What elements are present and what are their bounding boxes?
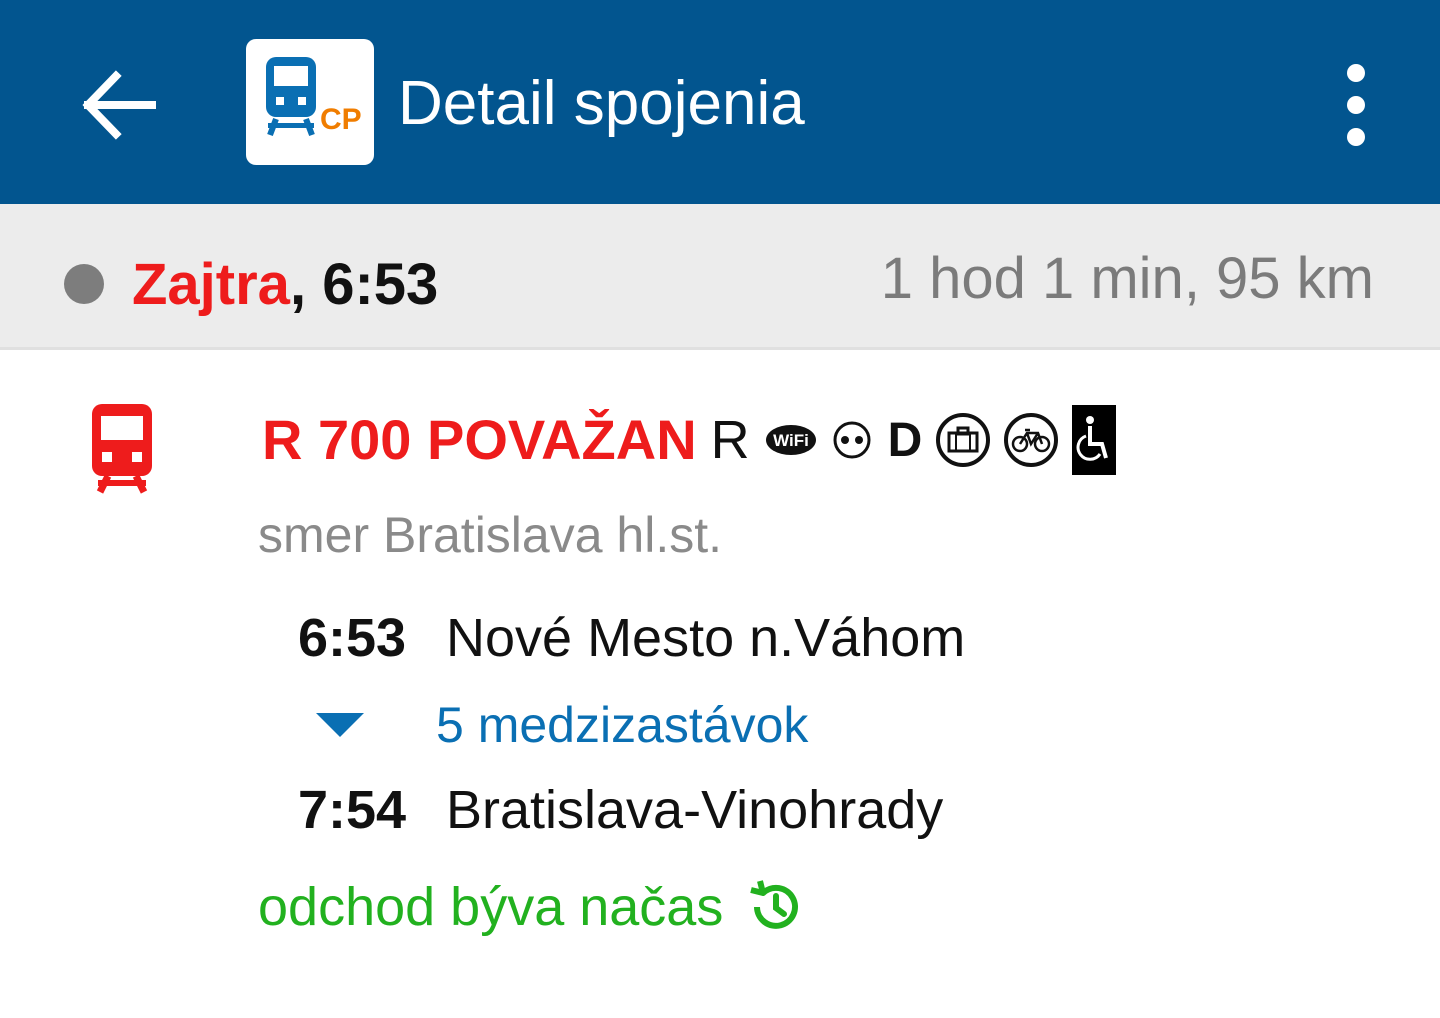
svg-text:CP: CP	[320, 103, 362, 136]
status-dot	[64, 264, 104, 304]
intermediate-stops-toggle[interactable]: 5 medzizastávok	[300, 692, 860, 758]
wheelchair-icon	[1072, 405, 1117, 475]
menu-dot	[1347, 96, 1365, 114]
departure-stop-time: 6:53	[298, 608, 407, 668]
arrow-left-icon	[82, 70, 156, 140]
train-direction: smer Bratislava hl.st.	[258, 507, 723, 563]
departure-time: 6:53	[322, 252, 439, 317]
train-header: R 700 POVAŽAN R WiFi D	[262, 404, 1117, 476]
arrival-stop-time: 7:54	[298, 780, 407, 840]
wifi-icon: WiFi	[764, 423, 818, 457]
back-button[interactable]	[70, 60, 166, 150]
train-logo-icon: CP	[266, 57, 362, 137]
chevron-down-icon	[316, 713, 364, 737]
svg-text:WiFi: WiFi	[773, 431, 809, 450]
seat-reservation-icon	[832, 420, 872, 460]
train-icon	[92, 404, 152, 494]
punctuality-text: odchod býva načas	[258, 877, 724, 937]
app-bar: CP Detail spojenia	[0, 0, 1440, 204]
more-options-button[interactable]	[1320, 60, 1392, 150]
history-icon	[750, 880, 799, 929]
summary-separator: ,	[289, 252, 323, 317]
bicycle-icon	[1004, 413, 1059, 467]
departure-summary: Zajtra, 6:53	[132, 252, 438, 318]
train-category: R	[710, 410, 750, 470]
punctuality-info[interactable]: odchod býva načas	[258, 874, 807, 940]
departure-day: Zajtra	[132, 252, 290, 317]
intermediate-stops-label: 5 medzizastávok	[436, 697, 809, 753]
menu-dot	[1347, 128, 1365, 146]
menu-dot	[1347, 64, 1365, 82]
duration-distance: 1 hod 1 min, 95 km	[880, 246, 1374, 311]
page-title: Detail spojenia	[398, 69, 805, 138]
app-logo: CP	[246, 39, 374, 165]
train-name[interactable]: R 700 POVAŽAN	[262, 407, 697, 473]
dining-car-icon: D	[887, 413, 923, 467]
luggage-icon	[936, 413, 991, 467]
arrival-stop-name[interactable]: Bratislava-Vinohrady	[446, 778, 943, 842]
departure-stop-name[interactable]: Nové Mesto n.Váhom	[446, 606, 965, 670]
